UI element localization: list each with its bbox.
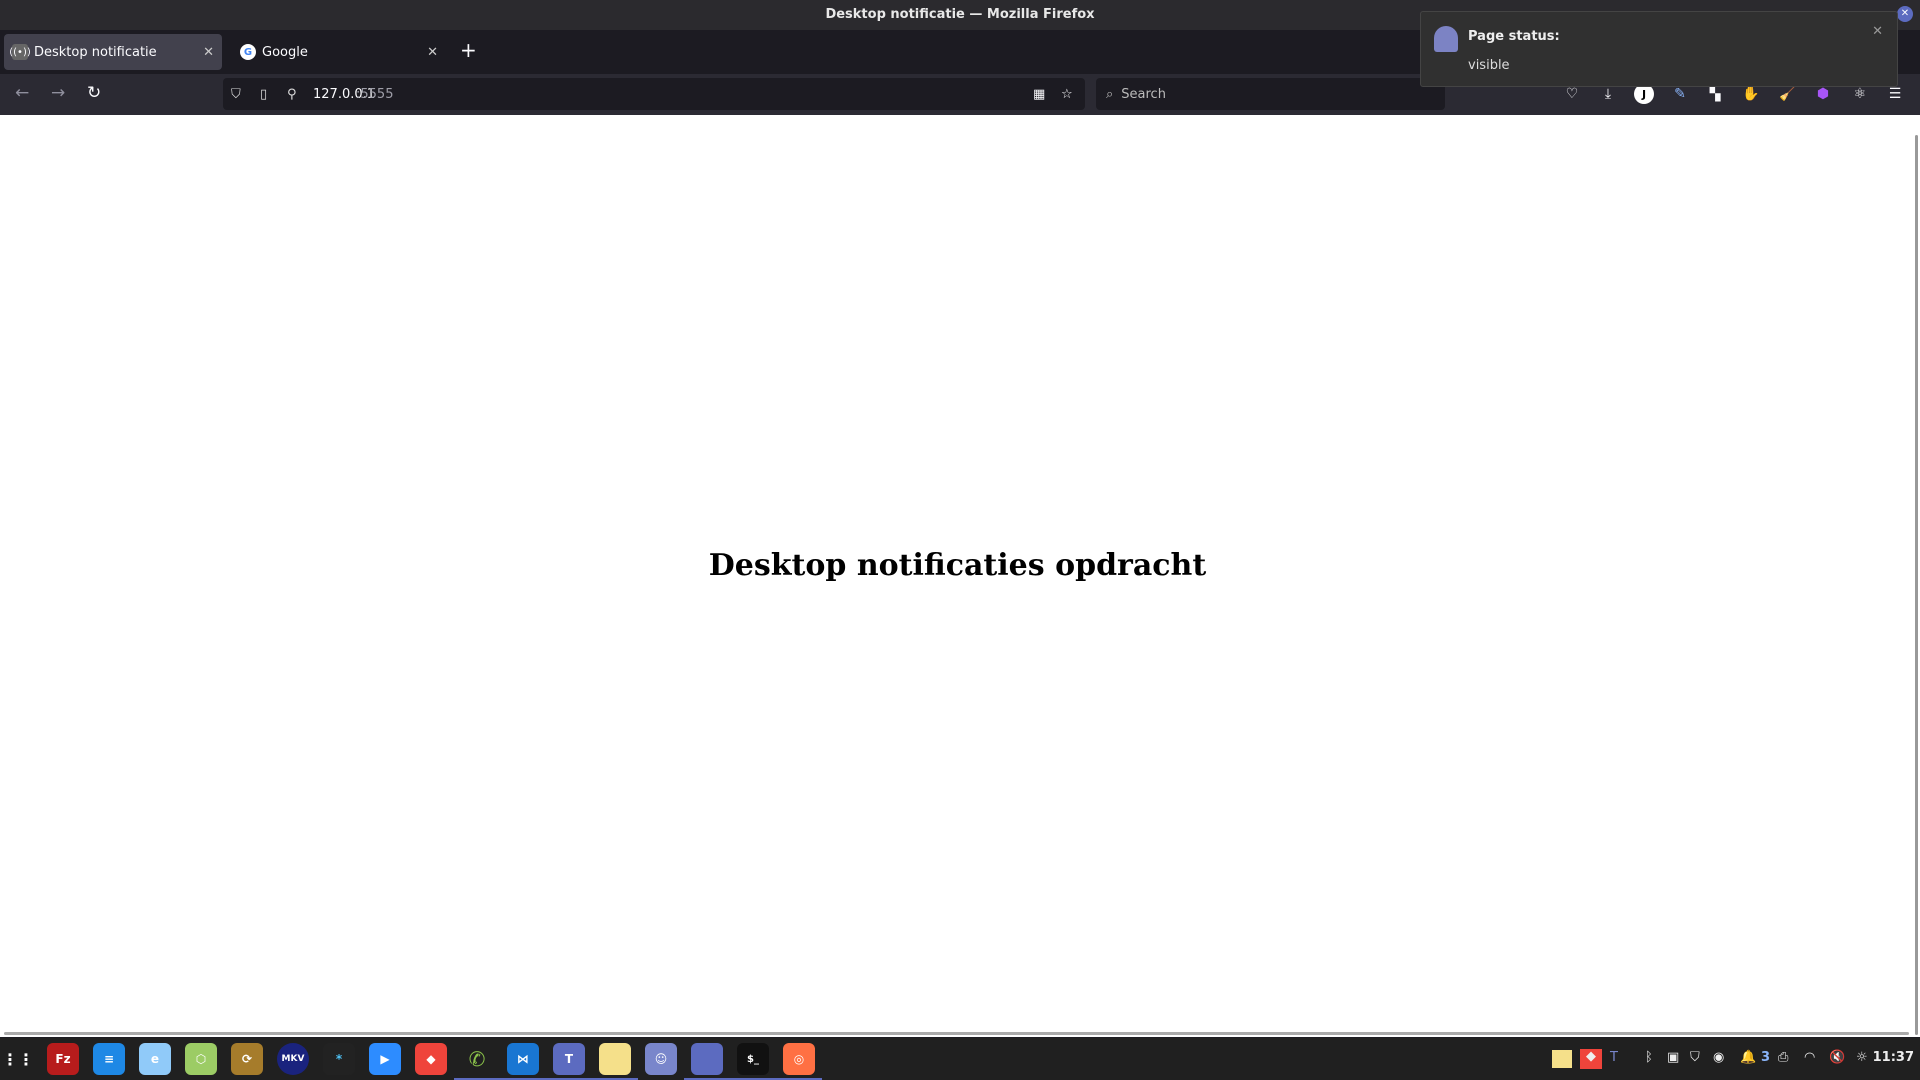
- wifi-icon[interactable]: ◠: [1804, 1050, 1815, 1065]
- bookmark-star-icon[interactable]: ☆: [1061, 87, 1073, 102]
- teams-icon[interactable]: T: [546, 1043, 592, 1080]
- brightness-icon[interactable]: ☼: [1856, 1050, 1868, 1065]
- notification-body: visible: [1468, 58, 1510, 73]
- files-icon[interactable]: [684, 1043, 730, 1080]
- edge-icon[interactable]: e: [139, 1043, 171, 1075]
- vscode-icon[interactable]: ⋈: [500, 1043, 546, 1080]
- tab-desktop-notificatie[interactable]: ((•)) Desktop notificatie ✕: [4, 34, 222, 70]
- broom-icon[interactable]: 🧹: [1778, 84, 1798, 104]
- back-icon[interactable]: ←: [15, 83, 29, 103]
- terminal-app-icon[interactable]: *: [323, 1043, 355, 1075]
- page-content: Desktop notificaties opdracht: [0, 115, 1920, 1037]
- notification-bell-icon[interactable]: 🔔: [1740, 1050, 1756, 1065]
- notification-close-icon[interactable]: ✕: [1872, 24, 1883, 39]
- broadcast-icon: ((•)): [9, 44, 31, 60]
- menu-icon[interactable]: ☰: [1885, 84, 1905, 104]
- clipboard-icon[interactable]: ▣: [1667, 1050, 1679, 1065]
- url-bar[interactable]: ⛉ ▯ ⚲ 127.0.0.1 :5555 ▦ ☆: [223, 78, 1085, 110]
- anydesk-icon[interactable]: ◆: [415, 1043, 447, 1075]
- search-input[interactable]: ⌕ Search: [1096, 78, 1445, 110]
- extension-shield-icon[interactable]: ⬢: [1813, 84, 1833, 104]
- shield-tray-icon[interactable]: ⛉: [1690, 1050, 1700, 1065]
- clock[interactable]: 11:37: [1873, 1050, 1914, 1065]
- app-grid-icon[interactable]: ⋮⋮: [2, 1043, 34, 1075]
- url-port: :5555: [356, 86, 394, 102]
- tray-sticky-icon[interactable]: [1552, 1050, 1572, 1068]
- close-tab-icon[interactable]: ✕: [203, 45, 214, 60]
- pocket-icon[interactable]: ♡: [1562, 84, 1582, 104]
- tray-anydesk-icon[interactable]: ◆: [1580, 1049, 1602, 1069]
- tab-label: Google: [262, 44, 308, 60]
- sync-icon[interactable]: ⟳: [231, 1043, 263, 1075]
- cube-icon[interactable]: ⬡: [185, 1043, 217, 1075]
- notification-title: Page status:: [1468, 29, 1560, 44]
- taskbar: ⋮⋮ Fz ≡ e ⬡ ⟳ MKV * ▶ ◆ ✆ ⋈ T ☺ $_ ◎ ◆ T…: [0, 1038, 1920, 1080]
- permissions-icon[interactable]: ⚲: [287, 87, 297, 102]
- vertical-scrollbar[interactable]: [1915, 135, 1918, 1035]
- extension-j-icon[interactable]: J: [1634, 84, 1654, 104]
- terminal-icon[interactable]: $_: [730, 1043, 776, 1080]
- discord-icon[interactable]: ☺: [645, 1043, 677, 1075]
- volume-muted-icon[interactable]: 🔇: [1829, 1050, 1845, 1065]
- firefox-icon[interactable]: ◎: [776, 1043, 822, 1080]
- whatsapp-icon[interactable]: ✆: [454, 1043, 500, 1080]
- mkv-icon[interactable]: MKV: [277, 1043, 309, 1075]
- download-icon[interactable]: ⤓: [1598, 84, 1618, 104]
- qr-icon[interactable]: ▦: [1033, 87, 1045, 102]
- text-editor-icon[interactable]: ≡: [93, 1043, 125, 1075]
- filezilla-icon[interactable]: Fz: [47, 1043, 79, 1075]
- horizontal-scrollbar[interactable]: [4, 1032, 1909, 1035]
- bluetooth-icon[interactable]: ᛒ: [1645, 1050, 1653, 1065]
- notification-count: 3: [1761, 1050, 1771, 1065]
- sticky-notes-icon[interactable]: [592, 1043, 638, 1080]
- desktop-notification[interactable]: Page status: visible ✕: [1420, 11, 1898, 87]
- extension-grid-icon[interactable]: ▚: [1705, 84, 1725, 104]
- page-icon: ▯: [260, 86, 268, 102]
- search-icon: ⌕: [1106, 86, 1114, 102]
- page-heading: Desktop notificaties opdracht: [708, 548, 1207, 583]
- nvidia-icon[interactable]: ◉: [1713, 1050, 1724, 1065]
- forward-icon[interactable]: →: [51, 83, 65, 103]
- tab-google[interactable]: G Google ✕: [232, 34, 446, 70]
- reload-icon[interactable]: ↻: [87, 83, 101, 103]
- zoom-icon[interactable]: ▶: [369, 1043, 401, 1075]
- new-tab-button[interactable]: +: [460, 38, 477, 62]
- printer-icon[interactable]: ⎙: [1778, 1050, 1788, 1065]
- react-icon[interactable]: ⚛: [1850, 84, 1870, 104]
- ublock-icon[interactable]: ✋: [1741, 84, 1761, 104]
- close-window-icon[interactable]: ✕: [1897, 6, 1913, 22]
- search-placeholder: Search: [1121, 86, 1166, 102]
- tab-label: Desktop notificatie: [34, 44, 157, 60]
- google-icon: G: [240, 44, 256, 60]
- tray-teams-icon[interactable]: T: [1610, 1050, 1618, 1065]
- shield-icon[interactable]: ⛉: [231, 87, 241, 102]
- close-tab-icon[interactable]: ✕: [427, 45, 438, 60]
- ghost-icon: [1434, 26, 1458, 52]
- pen-icon[interactable]: ✎: [1670, 84, 1690, 104]
